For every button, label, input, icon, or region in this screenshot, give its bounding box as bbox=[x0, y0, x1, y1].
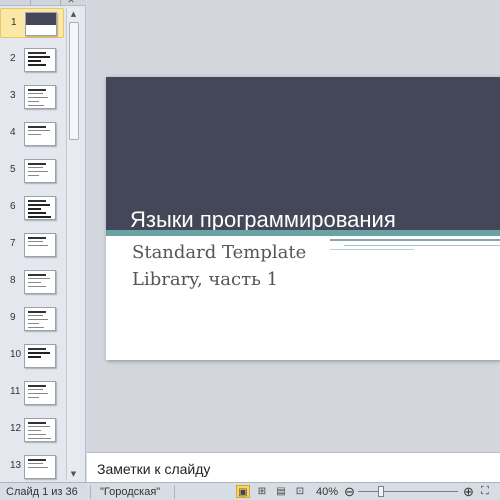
current-slide[interactable]: Языки программирования Standard Template… bbox=[106, 77, 500, 360]
thumbnail-number: 5 bbox=[10, 164, 16, 175]
thumbnail-preview bbox=[24, 196, 56, 220]
close-icon[interactable]: ✕ bbox=[66, 0, 76, 6]
slide-thumbnail[interactable]: 5 bbox=[0, 156, 64, 186]
slide-thumbnail[interactable]: 8 bbox=[0, 267, 64, 297]
tab-slides[interactable] bbox=[30, 0, 31, 6]
slide-thumbnail[interactable]: 1 bbox=[0, 8, 64, 38]
thumbnail-number: 13 bbox=[10, 460, 22, 471]
thumbnail-number: 12 bbox=[10, 423, 22, 434]
slide-thumbnail[interactable]: 3 bbox=[0, 82, 64, 112]
slideshow-view-icon[interactable]: ⊡ bbox=[293, 485, 307, 498]
slide-thumbnail[interactable]: 10 bbox=[0, 341, 64, 371]
thumbnail-preview bbox=[24, 307, 56, 331]
tab-outline[interactable] bbox=[60, 0, 61, 6]
thumbnail-number: 11 bbox=[10, 386, 21, 397]
thumbnail-scrollbar[interactable]: ▲ ▼ bbox=[66, 8, 80, 480]
thumbnail-number: 6 bbox=[10, 201, 16, 212]
normal-view-icon[interactable]: ▣ bbox=[236, 485, 250, 498]
thumbnail-list: 1 2 3 4 5 6 7 8 9 10 11 12 13 bbox=[0, 8, 64, 482]
thumbnail-preview bbox=[24, 270, 56, 294]
slide-thumbnail[interactable]: 9 bbox=[0, 304, 64, 334]
thumbnail-preview bbox=[24, 85, 56, 109]
slide-sorter-view-icon[interactable]: ⊞ bbox=[255, 485, 269, 498]
slide-thumbnail[interactable]: 4 bbox=[0, 119, 64, 149]
thumbnail-number: 7 bbox=[10, 238, 16, 249]
zoom-out-icon[interactable]: ⊖ bbox=[344, 484, 355, 500]
subtitle-line: Library, часть 1 bbox=[132, 269, 279, 290]
reading-view-icon[interactable]: ▤ bbox=[274, 485, 288, 498]
scroll-down-arrow-icon[interactable]: ▼ bbox=[67, 468, 80, 480]
thumbnail-number: 8 bbox=[10, 275, 16, 286]
slide-editing-area: Языки программирования Standard Template… bbox=[87, 0, 500, 452]
zoom-slider-thumb[interactable] bbox=[378, 486, 384, 497]
slide-thumbnail[interactable]: 7 bbox=[0, 230, 64, 260]
slide-accent-stripe bbox=[106, 230, 500, 236]
fit-slide-icon[interactable]: ⛶ bbox=[481, 485, 489, 498]
slide-subtitle[interactable]: Standard Template Library, часть 1 bbox=[132, 239, 372, 293]
thumbnail-preview bbox=[24, 455, 56, 479]
status-divider bbox=[90, 485, 91, 499]
thumbnail-number: 4 bbox=[10, 127, 16, 138]
zoom-in-icon[interactable]: ⊕ bbox=[463, 484, 474, 500]
slides-panel: ✕ 1 2 3 4 5 6 7 8 9 10 11 12 13 ▲ ▼ bbox=[0, 0, 86, 482]
theme-name[interactable]: "Городская" bbox=[100, 486, 160, 498]
thumbnail-preview bbox=[25, 12, 57, 36]
thumbnail-number: 9 bbox=[10, 312, 16, 323]
thumbnail-number: 10 bbox=[10, 349, 22, 360]
thumbnail-preview bbox=[24, 122, 56, 146]
status-divider bbox=[174, 485, 175, 499]
slide-thumbnail[interactable]: 12 bbox=[0, 415, 64, 445]
thumbnail-number: 3 bbox=[10, 90, 16, 101]
scroll-up-arrow-icon[interactable]: ▲ bbox=[67, 8, 80, 20]
slide-thumbnail[interactable]: 2 bbox=[0, 45, 64, 75]
thumbnail-preview bbox=[24, 159, 56, 183]
status-bar: Слайд 1 из 36 "Городская" ▣ ⊞ ▤ ⊡ 40% ⊖ … bbox=[0, 482, 500, 500]
zoom-slider-track[interactable] bbox=[358, 491, 458, 492]
slide-counter: Слайд 1 из 36 bbox=[6, 486, 78, 498]
thumbnail-preview bbox=[24, 418, 56, 442]
panel-tabs: ✕ bbox=[0, 0, 86, 6]
thumbnail-preview bbox=[24, 233, 56, 257]
thumbnail-preview bbox=[24, 48, 56, 72]
thumbnail-number: 1 bbox=[11, 17, 17, 28]
thumbnail-preview bbox=[24, 344, 56, 368]
notes-pane[interactable]: Заметки к слайду bbox=[87, 452, 500, 482]
subtitle-line: Standard Template bbox=[132, 242, 307, 263]
thumbnail-preview bbox=[24, 381, 56, 405]
thumbnail-number: 2 bbox=[10, 53, 16, 64]
notes-placeholder[interactable]: Заметки к слайду bbox=[97, 461, 210, 477]
slide-thumbnail[interactable]: 11 bbox=[0, 378, 64, 408]
slide-thumbnail[interactable]: 6 bbox=[0, 193, 64, 223]
zoom-level[interactable]: 40% bbox=[316, 486, 338, 498]
slide-thumbnail[interactable]: 13 bbox=[0, 452, 64, 482]
scrollbar-thumb[interactable] bbox=[69, 22, 79, 140]
